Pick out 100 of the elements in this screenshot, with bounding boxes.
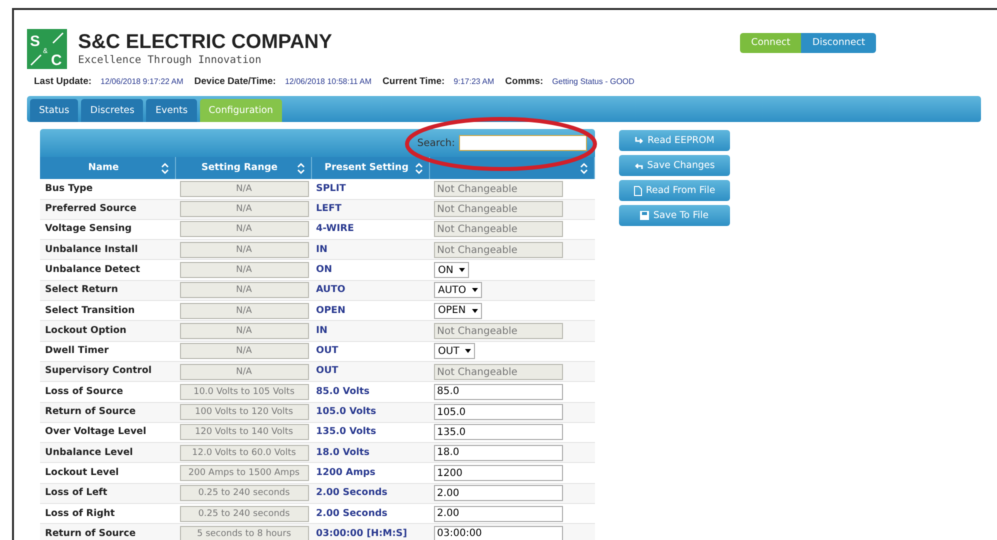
search-field[interactable] [459, 135, 587, 152]
present-setting: 1200 Amps [315, 466, 376, 480]
range-field: 0.25 to 240 seconds [180, 485, 308, 502]
status-label: Comms: [505, 75, 544, 89]
readonly-field: Not Changeable [434, 180, 563, 197]
search-label: Search: [417, 136, 455, 151]
present-setting: 135.0 Volts [315, 425, 378, 440]
range-field: N/A [180, 201, 308, 218]
setting-name: Bus Type [44, 182, 94, 196]
dropdown[interactable]: AUTO [434, 282, 482, 298]
readonly-field: Not Changeable [434, 322, 563, 339]
dropdown-arrow-icon [472, 308, 478, 313]
readonly-field: Not Changeable [434, 201, 563, 218]
arrow-icon [634, 136, 644, 146]
dropdown-arrow-icon [472, 288, 478, 292]
readonly-field: Not Changeable [434, 364, 563, 380]
present-setting: ON [315, 262, 334, 277]
range-field: N/A [180, 343, 308, 360]
present-setting: OUT [315, 364, 340, 378]
input-field[interactable]: 18.0 [434, 444, 563, 461]
present-setting: 2.00 Seconds [315, 486, 388, 500]
setting-name: Supervisory Control [44, 364, 153, 378]
present-setting: 03:00:00 [H:M:S] [315, 526, 408, 540]
present-setting: 4-WIRE [315, 222, 355, 236]
connection-button[interactable]: Disconnect [801, 33, 876, 53]
dropdown[interactable]: OPEN [434, 302, 482, 319]
range-field: 10.0 Volts to 105 Volts [180, 384, 308, 400]
tagline: Excellence Through Innovation [78, 55, 262, 66]
setting-name: Select Transition [44, 304, 136, 318]
range-field: 5 seconds to 8 hours [180, 526, 308, 540]
range-field: 120 Volts to 140 Volts [180, 424, 308, 440]
status-value: 12/06/2018 9:17:22 AM [100, 76, 184, 88]
setting-name: Select Return [44, 283, 119, 298]
setting-name: Return of Source [44, 405, 137, 420]
setting-name: Dwell Timer [44, 344, 110, 358]
range-field: N/A [180, 242, 308, 258]
input-field[interactable]: 105.0 [434, 404, 563, 420]
range-field: N/A [180, 221, 308, 238]
input-field[interactable]: 2.00 [434, 485, 563, 502]
sort-icon [297, 162, 305, 174]
range-field: N/A [180, 322, 308, 339]
present-setting: IN [315, 324, 328, 338]
action-button[interactable]: Save To File [619, 205, 730, 226]
action-button[interactable]: Read From File [619, 180, 730, 202]
setting-name: Lockout Option [44, 324, 128, 338]
range-field: N/A [180, 180, 308, 197]
setting-name: Unbalance Install [44, 242, 139, 257]
setting-name: Return of Source [44, 526, 137, 540]
input-field[interactable]: 1200 [434, 465, 563, 482]
tab[interactable]: Status [30, 99, 78, 122]
action-button[interactable]: Save Changes [619, 155, 730, 176]
sort-icon [415, 162, 423, 174]
range-field: N/A [180, 282, 308, 298]
tab[interactable]: Discretes [81, 99, 144, 122]
sort-icon [580, 162, 588, 174]
range-field: 0.25 to 240 seconds [180, 506, 308, 522]
setting-name: Loss of Left [44, 486, 108, 500]
status-label: Last Update: [34, 75, 92, 89]
present-setting: 18.0 Volts [315, 446, 371, 460]
setting-name: Unbalance Level [44, 446, 134, 460]
tab[interactable]: Events [146, 99, 197, 122]
present-setting: OUT [315, 344, 340, 358]
setting-name: Voltage Sensing [44, 222, 133, 236]
present-setting: 105.0 Volts [315, 405, 378, 420]
present-setting: OPEN [315, 304, 346, 318]
dropdown[interactable]: ON [434, 262, 470, 278]
present-setting: AUTO [315, 283, 346, 298]
present-setting: 85.0 Volts [315, 384, 371, 399]
dropdown-arrow-icon [459, 268, 466, 272]
present-setting: IN [315, 242, 328, 257]
file-icon [634, 186, 642, 196]
range-field: N/A [180, 364, 308, 380]
setting-name: Preferred Source [44, 202, 138, 216]
status-label: Current Time: [382, 75, 445, 89]
status-label: Device Date/Time: [194, 75, 276, 89]
input-field[interactable]: 2.00 [434, 506, 563, 522]
setting-name: Loss of Source [44, 384, 124, 399]
range-field: 12.0 Volts to 60.0 Volts [180, 444, 308, 461]
setting-name: Lockout Level [44, 466, 120, 480]
range-field: 100 Volts to 120 Volts [180, 404, 308, 420]
input-field[interactable]: 03:00:00 [434, 526, 563, 540]
dropdown-arrow-icon [465, 349, 472, 354]
readonly-field: Not Changeable [434, 221, 563, 238]
status-value: 9:17:23 AM [454, 76, 494, 88]
present-setting: LEFT [315, 202, 343, 216]
status-value: 12/06/2018 10:58:11 AM [284, 76, 372, 88]
readonly-field: Not Changeable [434, 242, 563, 258]
range-field: N/A [180, 302, 308, 319]
setting-name: Over Voltage Level [44, 425, 148, 440]
input-field[interactable]: 135.0 [434, 424, 563, 440]
sort-icon [161, 162, 169, 174]
company-name: S&C ELECTRIC COMPANY [78, 32, 332, 52]
setting-name: Unbalance Detect [44, 262, 141, 277]
present-setting: SPLIT [315, 182, 347, 196]
setting-name: Loss of Right [44, 506, 116, 521]
input-field[interactable]: 85.0 [434, 384, 563, 400]
dropdown[interactable]: OUT [434, 343, 476, 360]
range-field: 200 Amps to 1500 Amps [180, 465, 308, 482]
undo-arrow-icon [634, 161, 644, 170]
action-button[interactable]: Read EEPROM [619, 130, 730, 152]
